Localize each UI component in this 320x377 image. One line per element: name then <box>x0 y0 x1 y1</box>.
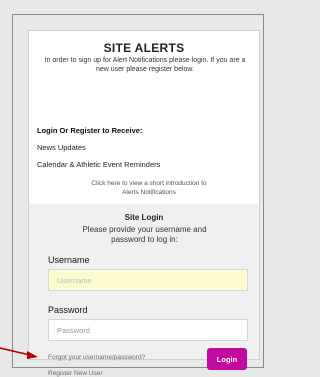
intro-link[interactable]: Click here to view a short introduction … <box>84 179 214 197</box>
register-new-user-link[interactable]: Register New User <box>48 370 103 377</box>
forgot-credentials-link[interactable]: Forgot your username/password? <box>48 354 145 361</box>
login-subtitle: Please provide your username and passwor… <box>82 225 207 244</box>
receive-item-calendar: Calendar & Athletic Event Reminders <box>37 160 161 169</box>
login-title: Site Login <box>124 213 164 222</box>
password-input[interactable] <box>48 319 248 341</box>
site-alerts-card: SITE ALERTS In order to sign up for Aler… <box>28 30 260 377</box>
receive-heading: Login Or Register to Receive: <box>37 126 143 135</box>
login-button[interactable]: Login <box>207 348 247 370</box>
username-label: Username <box>48 255 90 265</box>
site-alerts-title: SITE ALERTS <box>103 41 185 55</box>
receive-item-news: News Updates <box>37 143 86 152</box>
username-input[interactable] <box>48 269 248 291</box>
intro-text: In order to sign up for Alert Notificati… <box>44 57 246 73</box>
login-panel: Site Login Please provide your username … <box>29 204 259 377</box>
red-arrow-icon <box>0 347 38 359</box>
password-label: Password <box>48 305 88 315</box>
